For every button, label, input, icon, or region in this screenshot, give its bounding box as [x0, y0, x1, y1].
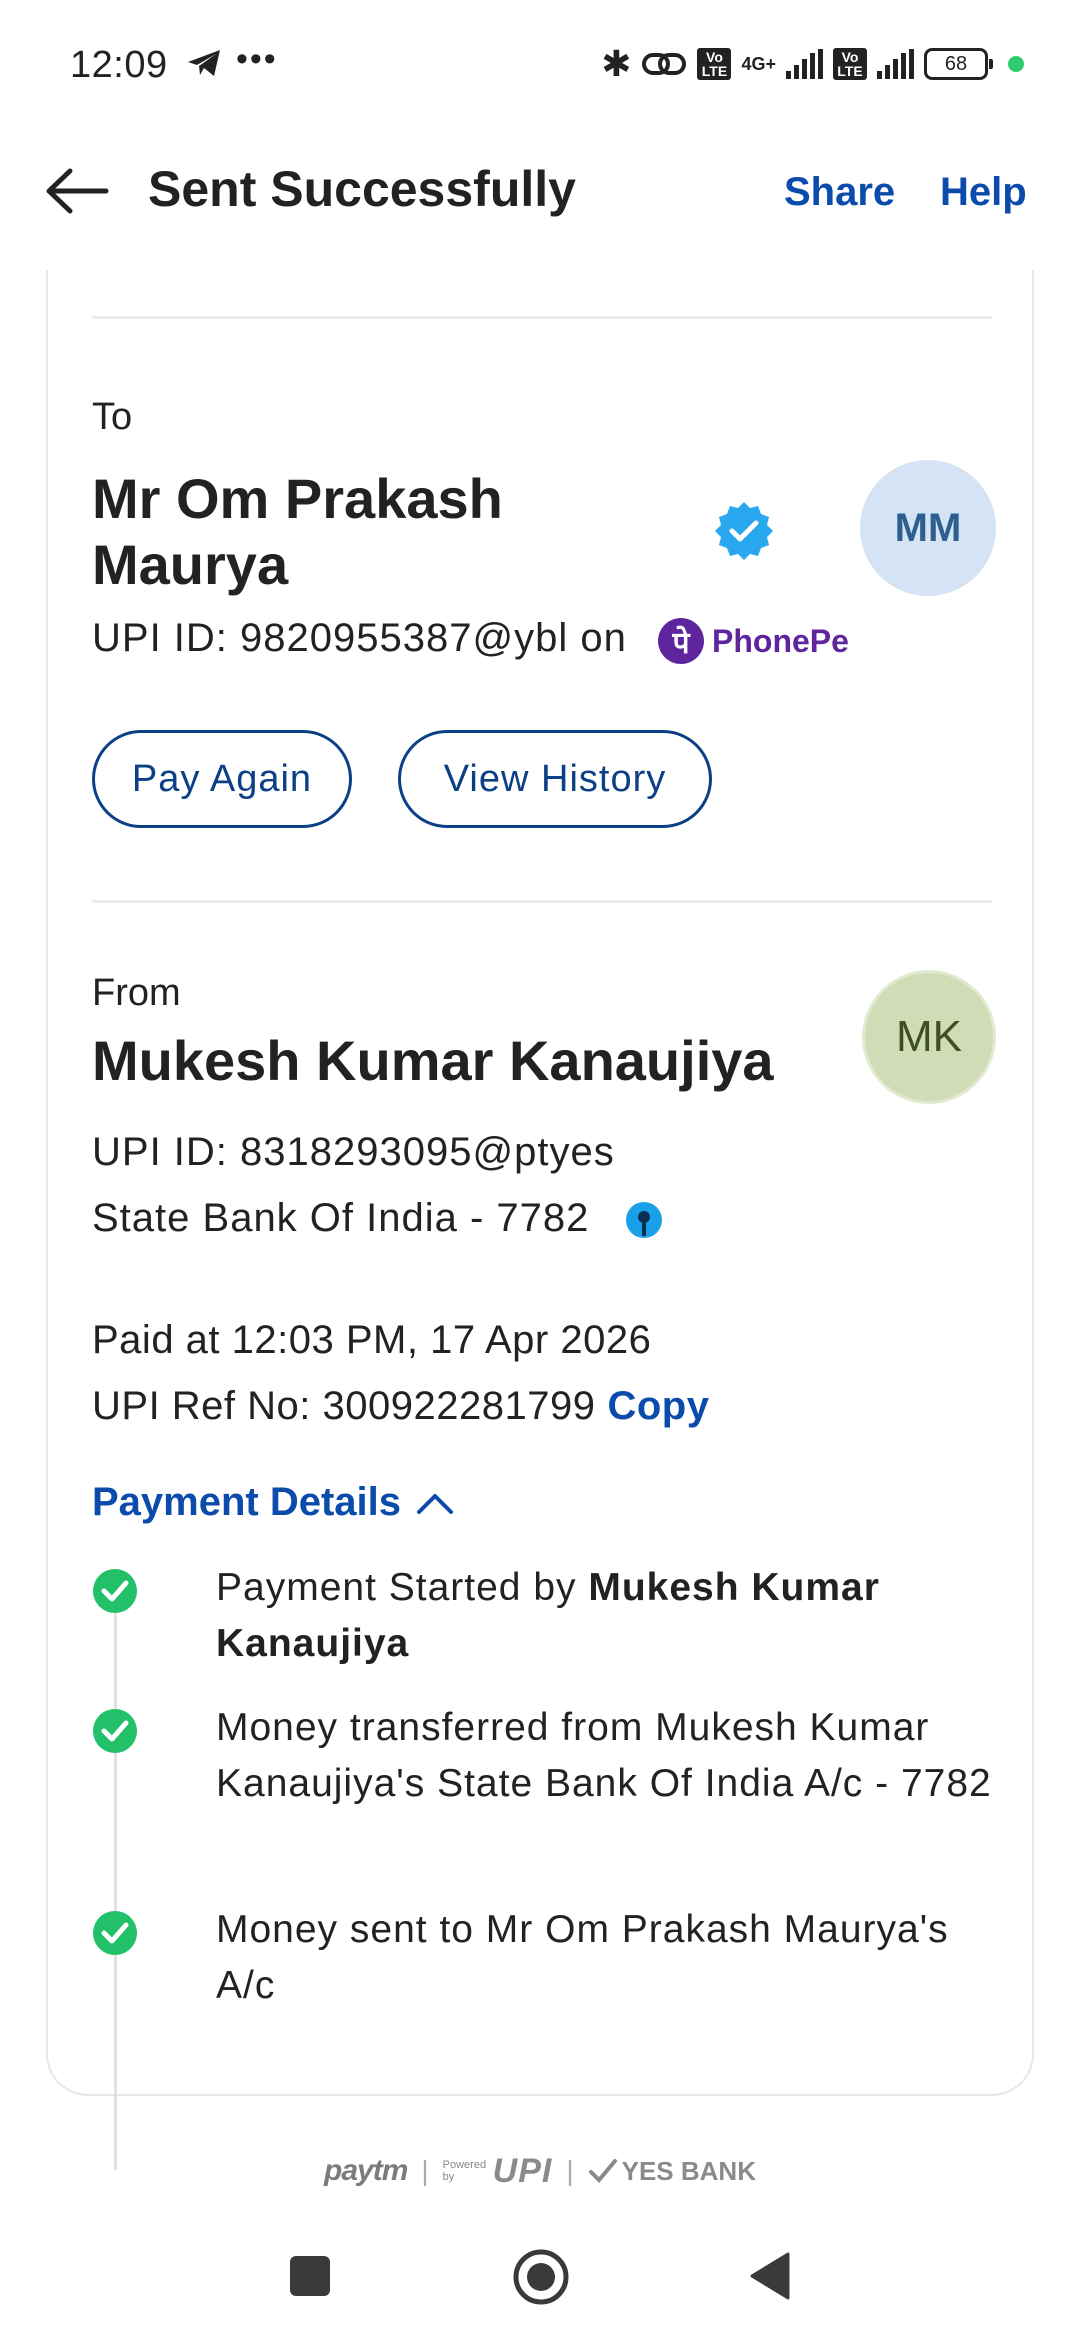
copy-ref-button[interactable]: Copy: [607, 1384, 709, 1428]
chevron-up-icon: [417, 1493, 454, 1514]
upi-ref-number: UPI Ref No: 300922281799: [92, 1384, 596, 1428]
divider: [92, 900, 992, 903]
network-type: 4G+: [741, 54, 776, 74]
payment-details-toggle[interactable]: Payment Details: [92, 1480, 455, 1525]
payer-upi-id: UPI ID: 8318293095@ptyes: [92, 1130, 615, 1174]
page-title: Sent Successfully: [148, 161, 576, 217]
payer-name: Mukesh Kumar Kanaujiya: [92, 1029, 774, 1092]
upi-logo: Powered by UPI: [443, 2152, 553, 2191]
share-button[interactable]: Share: [784, 170, 895, 215]
pay-again-button[interactable]: Pay Again: [92, 730, 352, 828]
yes-bank-check-icon: [588, 2159, 617, 2183]
from-label: From: [92, 972, 181, 1014]
payee-avatar: MM: [860, 460, 996, 596]
yes-bank-logo: YES BANK: [588, 2156, 756, 2187]
phonepe-label: PhonePe: [712, 622, 849, 659]
phonepe-logo: पे PhonePe: [658, 618, 849, 664]
recents-button[interactable]: [290, 2256, 330, 2296]
divider: [92, 316, 992, 319]
payee-upi-id: UPI ID: 9820955387@ybl on: [92, 616, 627, 660]
paytm-logo: paytm: [324, 2154, 408, 2187]
battery-level: 68: [944, 52, 968, 75]
signal-icon-2: [877, 49, 914, 79]
payer-bank: State Bank Of India - 7782: [92, 1196, 590, 1240]
check-circle-icon: [93, 1709, 137, 1753]
status-time: 12:09: [70, 44, 168, 86]
volte-icon-2: Vo LTE: [833, 48, 867, 80]
back-arrow-icon[interactable]: [44, 166, 110, 216]
app-header: Sent Successfully Share Help: [0, 140, 1080, 240]
transaction-card: To Mr Om Prakash Maurya MM UPI ID: 98209…: [46, 270, 1034, 2170]
status-indicators: ✱ Vo LTE 4G+ Vo LTE 68: [601, 43, 1024, 84]
bluetooth-icon: ✱: [601, 43, 632, 84]
verified-badge-icon: [715, 502, 773, 560]
check-circle-icon: [93, 1569, 137, 1613]
timeline-step-text: Money transferred from Mukesh Kumar Kana…: [216, 1706, 992, 1805]
separator: |: [566, 2155, 574, 2186]
link-icon: [642, 53, 687, 75]
help-button[interactable]: Help: [940, 170, 1027, 215]
status-bar: 12:09 ••• ✱ Vo LTE 4G+ Vo LTE 68: [0, 0, 1080, 132]
telegram-icon: [188, 50, 220, 76]
powered-by-label: Powered by: [442, 2159, 487, 2183]
paid-at: Paid at 12:03 PM, 17 Apr 2026: [92, 1318, 652, 1362]
timeline-step-text: Money sent to Mr Om Prakash Maurya's A/c: [216, 1908, 949, 2007]
timeline-step-text: Payment Started by Mukesh Kumar Kanaujiy…: [216, 1560, 1006, 1672]
partner-logos: paytm | Powered by UPI | YES BANK: [0, 2146, 1080, 2196]
phonepe-icon: पे: [658, 618, 704, 664]
home-button[interactable]: [512, 2248, 570, 2306]
upi-ref-line: UPI Ref No: 300922281799 Copy: [92, 1384, 709, 1429]
check-circle-icon: [93, 1911, 137, 1955]
yes-bank-label: YES BANK: [621, 2155, 756, 2186]
battery-icon: 68: [924, 48, 993, 80]
sbi-bank-icon: [626, 1202, 662, 1238]
privacy-indicator: [1008, 56, 1024, 72]
separator: |: [421, 2155, 429, 2186]
payee-name: Mr Om Prakash Maurya: [92, 467, 503, 596]
signal-icon: [786, 49, 823, 79]
volte-icon: Vo LTE: [697, 48, 732, 80]
upi-wordmark: UPI: [492, 2151, 553, 2190]
step-prefix: Payment Started by: [216, 1566, 589, 1609]
payment-details-label: Payment Details: [92, 1480, 402, 1524]
nav-back-button[interactable]: [748, 2250, 792, 2302]
view-history-button[interactable]: View History: [398, 730, 712, 828]
system-nav-bar: [0, 2220, 1080, 2340]
timeline-line: [114, 1600, 117, 2170]
to-label: To: [92, 396, 133, 438]
payer-avatar: MK: [862, 970, 996, 1104]
more-notifications-icon: •••: [236, 40, 278, 78]
